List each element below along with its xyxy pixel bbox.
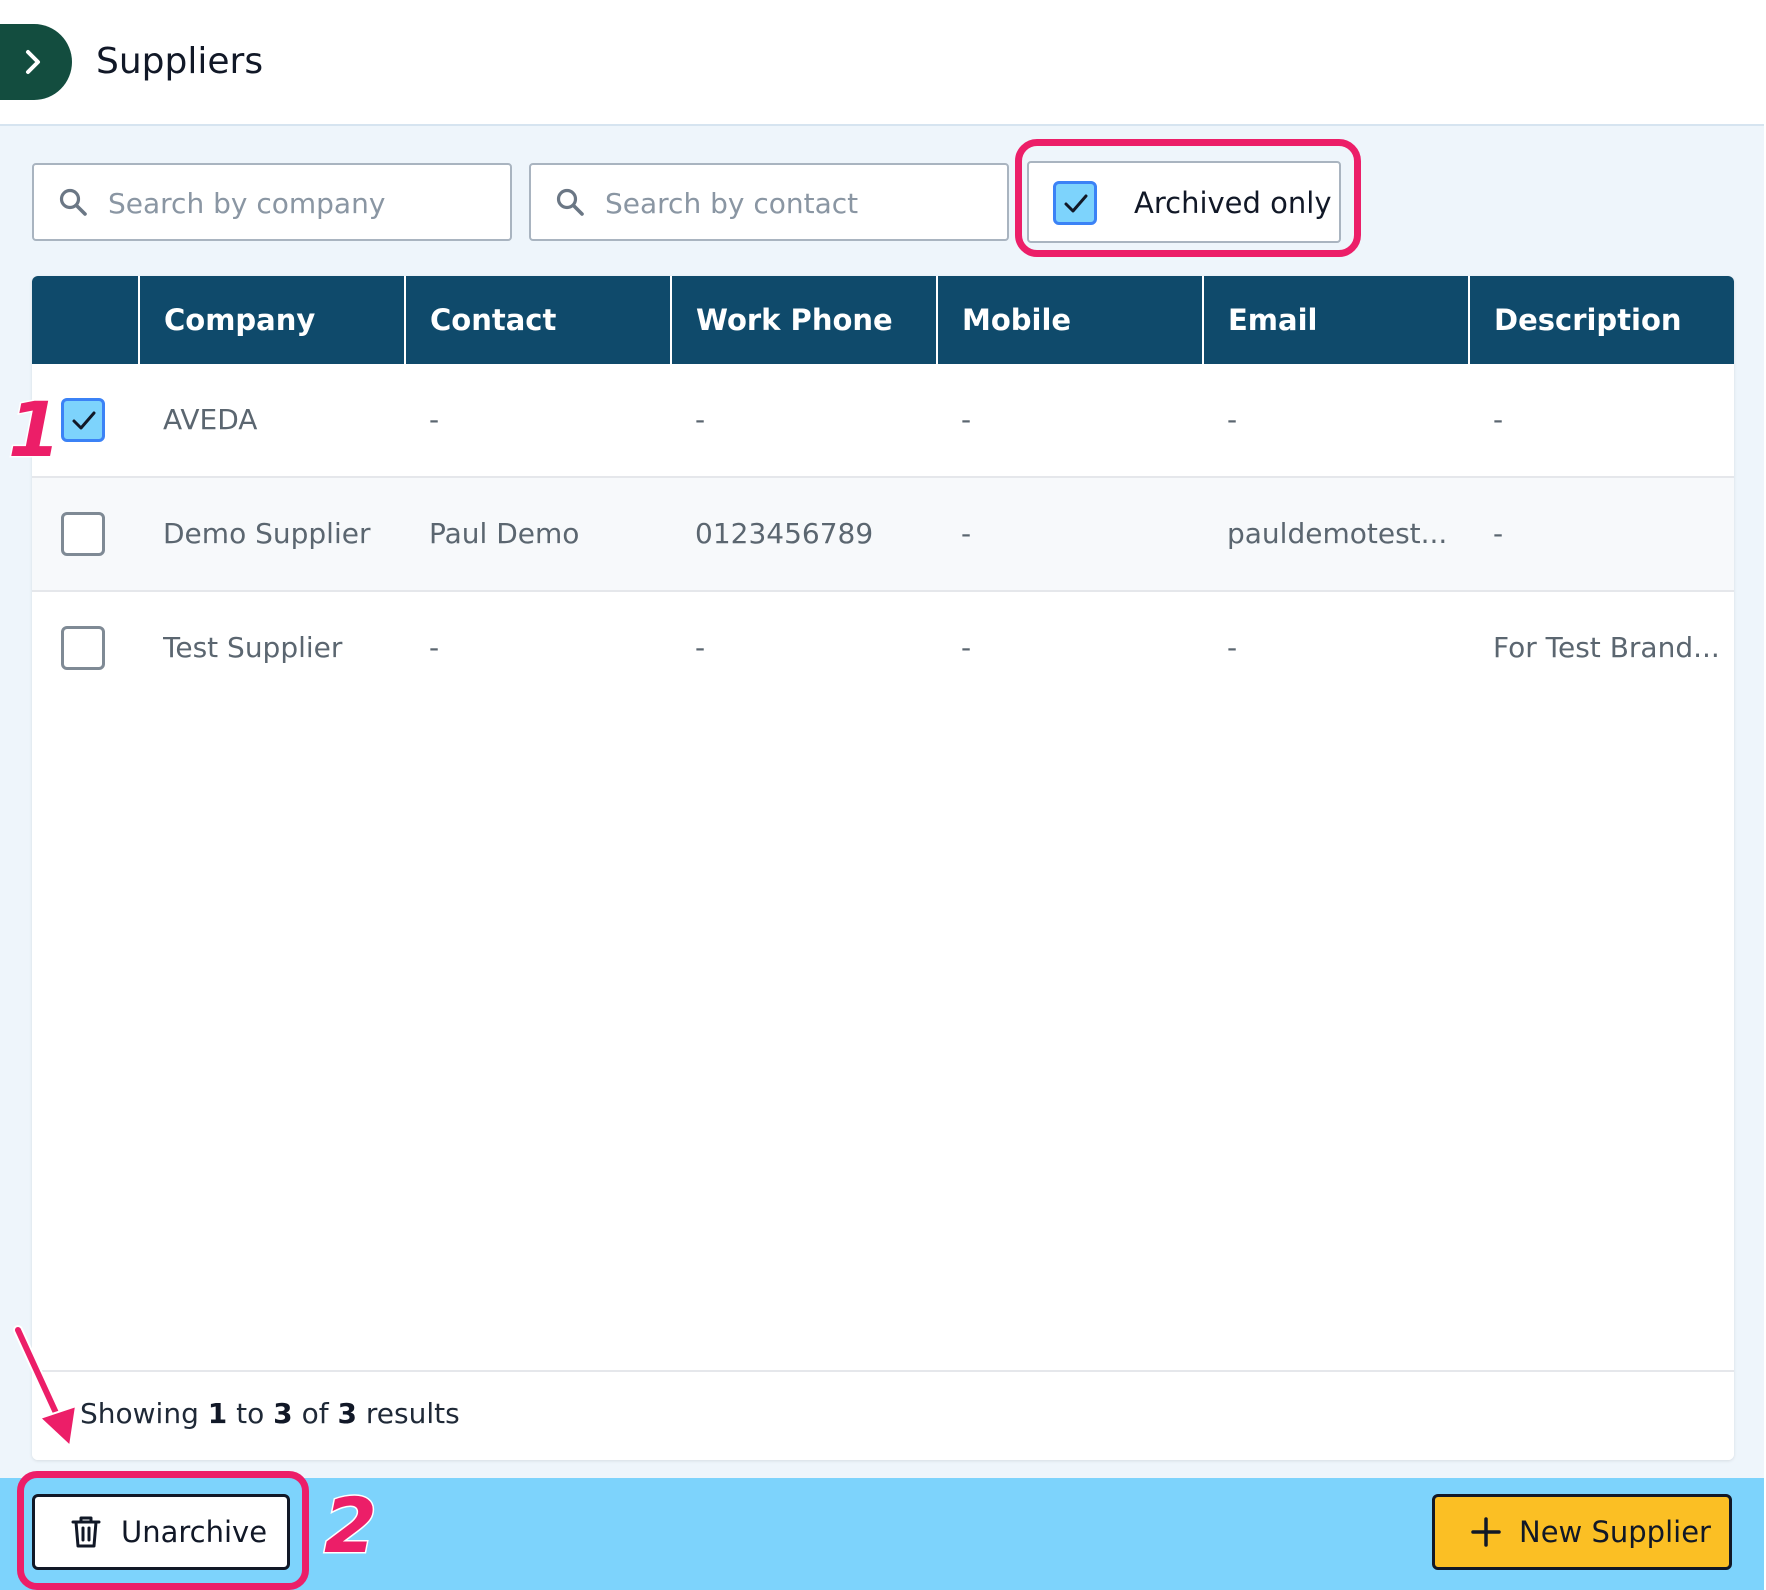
cell-company: Demo Supplier (163, 517, 371, 550)
column-header-mobile[interactable]: Mobile (936, 276, 1202, 364)
new-supplier-label: New Supplier (1519, 1515, 1711, 1549)
new-supplier-button[interactable]: New Supplier (1432, 1494, 1732, 1570)
column-header-select (32, 276, 138, 364)
plus-icon (1471, 1517, 1501, 1547)
cell-work-phone: - (695, 403, 706, 436)
cell-contact: - (429, 631, 440, 664)
annotation-step-1: 1 (7, 385, 63, 474)
column-header-work-phone[interactable]: Work Phone (670, 276, 936, 364)
cell-mobile: - (961, 403, 972, 436)
results-from: 1 (207, 1397, 228, 1430)
table-row[interactable]: Test Supplier - - - - For Test Brand... (32, 592, 1734, 706)
chevron-right-icon (26, 50, 40, 74)
company-search-input[interactable] (106, 179, 490, 227)
trash-icon (71, 1515, 101, 1549)
archived-only-checkbox[interactable] (1053, 181, 1097, 225)
cell-description: For Test Brand... (1493, 631, 1720, 664)
column-header-description[interactable]: Description (1468, 276, 1734, 364)
column-header-email[interactable]: Email (1202, 276, 1468, 364)
results-to: 3 (273, 1397, 293, 1430)
cell-work-phone: - (695, 631, 706, 664)
page-header: Suppliers (0, 0, 1764, 126)
row-select-checkbox[interactable] (61, 398, 105, 442)
contact-search-input[interactable] (603, 179, 987, 227)
check-icon (72, 411, 96, 430)
contact-search-box (529, 163, 1009, 241)
archived-only-label: Archived only (1134, 186, 1332, 220)
cell-description: - (1493, 517, 1504, 550)
cell-contact: - (429, 403, 440, 436)
cell-contact: Paul Demo (429, 517, 580, 550)
cell-email: pauldemotest... (1227, 517, 1448, 550)
table-row[interactable]: Demo Supplier Paul Demo 0123456789 - pau… (32, 478, 1734, 592)
search-icon (58, 187, 88, 221)
table-row[interactable]: AVEDA - - - - - (32, 364, 1734, 478)
cell-email: - (1227, 631, 1238, 664)
column-header-company[interactable]: Company (138, 276, 404, 364)
cell-company: Test Supplier (163, 631, 343, 664)
check-icon (1064, 194, 1088, 213)
unarchive-label: Unarchive (121, 1515, 268, 1549)
cell-work-phone: 0123456789 (695, 517, 874, 550)
results-prefix: Showing (80, 1397, 199, 1430)
row-select-checkbox[interactable] (61, 512, 105, 556)
company-search-box (32, 163, 512, 241)
annotation-step-2: 2 (323, 1481, 379, 1570)
annotation-arrow-icon (13, 1325, 78, 1449)
search-icon (555, 187, 585, 221)
cell-mobile: - (961, 631, 972, 664)
cell-company: AVEDA (163, 403, 258, 436)
sidebar-expand-button[interactable] (0, 24, 72, 100)
archived-only-toggle[interactable]: Archived only (1027, 161, 1341, 243)
cell-description: - (1493, 403, 1504, 436)
suppliers-table: Company Contact Work Phone Mobile Email … (32, 276, 1734, 1460)
table-footer: Showing 1 to 3 of 3 results (32, 1370, 1734, 1460)
cell-email: - (1227, 403, 1238, 436)
results-summary: Showing 1 to 3 of 3 results (80, 1394, 460, 1434)
results-suffix: results (365, 1397, 460, 1430)
results-of-word: of (301, 1397, 329, 1430)
page-title: Suppliers (96, 41, 264, 82)
unarchive-button[interactable]: Unarchive (32, 1494, 290, 1570)
row-select-checkbox[interactable] (61, 626, 105, 670)
results-total: 3 (337, 1397, 357, 1430)
column-header-contact[interactable]: Contact (404, 276, 670, 364)
cell-mobile: - (961, 517, 972, 550)
table-header: Company Contact Work Phone Mobile Email … (32, 276, 1734, 364)
results-to-word: to (236, 1397, 265, 1430)
